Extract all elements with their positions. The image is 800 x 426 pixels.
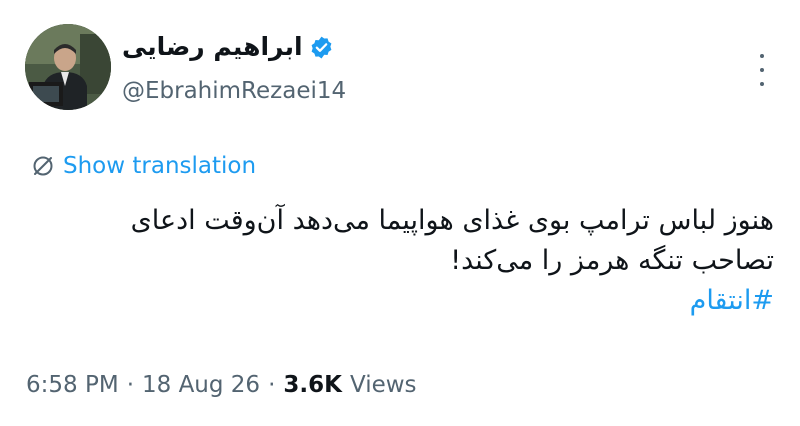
avatar[interactable] xyxy=(25,24,111,110)
views-count[interactable]: 3.6K xyxy=(283,367,342,403)
more-dot xyxy=(760,68,764,72)
meta-separator: · xyxy=(268,372,276,398)
translate-globe-icon xyxy=(33,156,53,176)
tweet-text-line-2: تصاحب تنگه هرمز را می‌کند! xyxy=(450,245,774,276)
verified-badge-icon xyxy=(311,36,331,58)
author-name-row[interactable]: ابراهیم رضایی xyxy=(122,30,334,64)
more-vertical-icon[interactable] xyxy=(752,54,772,86)
meta-separator: · xyxy=(126,372,134,398)
show-translation-link[interactable]: Show translation xyxy=(31,150,256,182)
author-handle[interactable]: @EbrahimRezaei14 xyxy=(122,75,346,107)
show-translation-label[interactable]: Show translation xyxy=(63,150,256,182)
tweet-text-line-1: هنوز لباس ترامپ بوی غذای هواپیما می‌دهد … xyxy=(130,205,774,236)
more-dot xyxy=(760,54,764,58)
tweet-meta: 6:58 PM · 18 Aug 26 · 3.6K Views xyxy=(26,367,417,403)
tweet-time[interactable]: 6:58 PM xyxy=(26,367,119,403)
author-display-name[interactable]: ابراهیم رضایی xyxy=(122,30,303,64)
views-label: Views xyxy=(349,372,417,398)
more-dot xyxy=(760,82,764,86)
tweet-text: هنوز لباس ترامپ بوی غذای هواپیما می‌دهد … xyxy=(26,201,774,321)
tweet-date[interactable]: 18 Aug 26 xyxy=(142,367,260,403)
tweet-card: ابراهیم رضایی @EbrahimRezaei14 Show tran… xyxy=(0,0,800,426)
hashtag-link[interactable]: #انتقام xyxy=(690,285,774,316)
avatar-photo xyxy=(25,24,111,110)
